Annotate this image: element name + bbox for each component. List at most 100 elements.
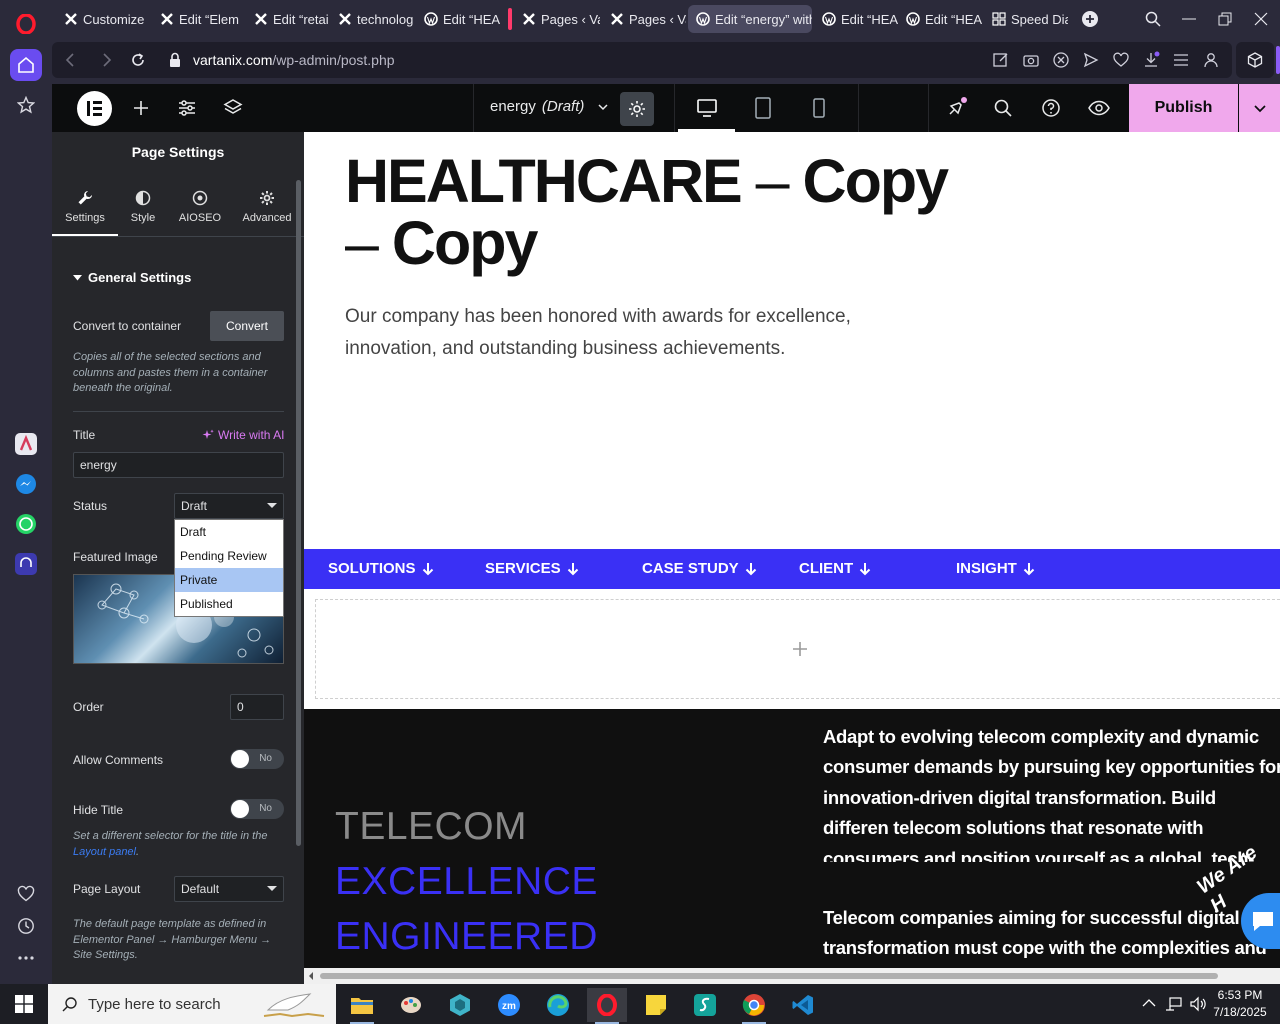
horizontal-scrollbar[interactable] bbox=[304, 968, 1280, 984]
tab-settings[interactable]: Settings bbox=[55, 190, 115, 224]
lock-icon[interactable] bbox=[166, 51, 184, 69]
start-button[interactable] bbox=[0, 984, 48, 1024]
status-option-private[interactable]: Private bbox=[175, 568, 283, 592]
reload-icon[interactable] bbox=[129, 51, 147, 69]
search-tabs-icon[interactable] bbox=[1145, 11, 1161, 27]
mobile-view-icon[interactable] bbox=[807, 96, 831, 120]
publish-button[interactable]: Publish bbox=[1129, 84, 1238, 132]
file-explorer-icon[interactable] bbox=[342, 988, 382, 1022]
page-heading[interactable]: HEALTHCARE – Copy – Copy bbox=[345, 150, 985, 274]
tablet-view-icon[interactable] bbox=[751, 96, 775, 120]
browser-tab[interactable]: Pages ‹ Va bbox=[514, 5, 600, 33]
edit-page-icon[interactable] bbox=[992, 51, 1010, 69]
write-with-ai-button[interactable]: Write with AI bbox=[202, 428, 284, 442]
browser-tab[interactable]: Edit “retai bbox=[246, 5, 328, 33]
browser-tab[interactable]: Speed Dia bbox=[984, 5, 1068, 33]
home-icon[interactable] bbox=[10, 49, 42, 81]
extensions-button[interactable] bbox=[1236, 42, 1274, 78]
tab-style[interactable]: Style bbox=[113, 190, 173, 224]
status-select[interactable]: Draft bbox=[174, 493, 284, 519]
zoom-icon[interactable]: zm bbox=[489, 988, 529, 1022]
status-option-pending-review[interactable]: Pending Review bbox=[175, 544, 283, 568]
help-icon[interactable] bbox=[1039, 96, 1063, 120]
desktop-view-icon[interactable] bbox=[695, 96, 719, 120]
search-icon[interactable] bbox=[991, 96, 1015, 120]
general-settings-toggle[interactable]: General Settings bbox=[73, 270, 191, 285]
menu-item-insight[interactable]: INSIGHT bbox=[956, 560, 1035, 577]
page-layout-select[interactable]: Default bbox=[174, 876, 284, 902]
browser-tab[interactable]: Edit “HEAL bbox=[898, 5, 982, 33]
heart-icon[interactable] bbox=[10, 878, 42, 910]
back-icon[interactable] bbox=[62, 51, 80, 69]
address-bar[interactable]: vartanix.com/wp-admin/post.php bbox=[52, 42, 1232, 78]
adblock-icon[interactable] bbox=[1052, 51, 1070, 69]
music-player-icon[interactable] bbox=[10, 548, 42, 580]
convert-button[interactable]: Convert bbox=[210, 311, 284, 341]
empty-container-dropzone[interactable] bbox=[315, 599, 1280, 699]
status-option-published[interactable]: Published bbox=[175, 592, 283, 616]
forward-icon[interactable] bbox=[97, 51, 115, 69]
publish-options-button[interactable] bbox=[1239, 84, 1280, 132]
title-input[interactable]: energy bbox=[73, 452, 284, 478]
menu-item-services[interactable]: SERVICES bbox=[485, 560, 579, 577]
hide-title-toggle[interactable]: No bbox=[230, 799, 284, 819]
menu-item-solutions[interactable]: SOLUTIONS bbox=[328, 560, 434, 577]
camera-icon[interactable] bbox=[1022, 51, 1040, 69]
send-icon[interactable] bbox=[1082, 51, 1100, 69]
status-option-draft[interactable]: Draft bbox=[175, 520, 283, 544]
scroll-thumb[interactable] bbox=[320, 973, 1218, 979]
edge-icon[interactable] bbox=[538, 988, 578, 1022]
tray-chevron-up-icon[interactable] bbox=[1142, 998, 1156, 1008]
layout-panel-link[interactable]: Layout panel bbox=[73, 846, 136, 858]
menu-item-client[interactable]: CLIENT bbox=[799, 560, 871, 577]
browser-tab[interactable]: technolog bbox=[330, 5, 414, 33]
telecom-paragraph-1[interactable]: Adapt to evolving telecom complexity and… bbox=[823, 722, 1280, 862]
browser-tab-active[interactable]: Edit “energy” with bbox=[688, 5, 812, 33]
browser-tab[interactable]: Customize bbox=[56, 5, 148, 33]
vscode-icon[interactable] bbox=[783, 988, 823, 1022]
messenger-icon[interactable] bbox=[10, 468, 42, 500]
app-hex-icon[interactable] bbox=[440, 988, 480, 1022]
document-title-dropdown[interactable]: energy (Draft) bbox=[490, 98, 610, 115]
aria-icon[interactable] bbox=[10, 428, 42, 460]
heart-icon[interactable] bbox=[1112, 51, 1130, 69]
taskbar-clock[interactable]: 6:53 PM 7/18/2025 bbox=[1212, 987, 1268, 1021]
whatsapp-icon[interactable] bbox=[10, 508, 42, 540]
account-icon[interactable] bbox=[1202, 51, 1220, 69]
telecom-heading[interactable]: TELECOM EXCELLENCE ENGINEERED bbox=[335, 799, 598, 964]
panel-scrollbar[interactable] bbox=[296, 180, 301, 846]
structure-layers-icon[interactable] bbox=[221, 96, 245, 120]
menu-item-case-study[interactable]: CASE STUDY bbox=[642, 560, 757, 577]
allow-comments-toggle[interactable]: No bbox=[230, 749, 284, 769]
more-icon[interactable] bbox=[10, 942, 42, 974]
url-text[interactable]: vartanix.com/wp-admin/post.php bbox=[193, 52, 395, 68]
add-section-plus-icon[interactable] bbox=[792, 641, 808, 657]
page-subtext[interactable]: Our company has been honored with awards… bbox=[345, 301, 905, 365]
minimize-icon[interactable] bbox=[1182, 18, 1196, 20]
sticky-notes-icon[interactable] bbox=[636, 988, 676, 1022]
taskbar-search-box[interactable]: Type here to search bbox=[48, 984, 336, 1024]
telecom-paragraph-2[interactable]: Telecom companies aiming for successful … bbox=[823, 903, 1278, 965]
browser-tab[interactable]: Edit “HEAL bbox=[416, 5, 500, 33]
opera-taskbar-icon[interactable] bbox=[587, 988, 627, 1022]
new-tab-button[interactable] bbox=[1082, 11, 1098, 27]
preview-eye-icon[interactable] bbox=[1087, 96, 1111, 120]
order-input[interactable]: 0 bbox=[230, 694, 284, 720]
close-window-icon[interactable] bbox=[1254, 12, 1268, 26]
browser-tab[interactable]: Edit “HEAL bbox=[814, 5, 898, 33]
tab-advanced[interactable]: Advanced bbox=[237, 190, 297, 224]
chrome-icon[interactable] bbox=[734, 988, 774, 1022]
site-settings-icon[interactable] bbox=[175, 96, 199, 120]
add-element-icon[interactable] bbox=[129, 96, 153, 120]
scroll-left-icon[interactable] bbox=[307, 972, 315, 980]
network-icon[interactable] bbox=[1165, 996, 1183, 1012]
volume-icon[interactable] bbox=[1189, 996, 1207, 1012]
browser-tab[interactable]: Pages ‹ Va bbox=[602, 5, 686, 33]
easy-setup-icon[interactable] bbox=[1172, 51, 1190, 69]
elementor-logo-icon[interactable] bbox=[77, 91, 112, 126]
star-icon[interactable] bbox=[10, 89, 42, 121]
history-icon[interactable] bbox=[10, 910, 42, 942]
opera-logo-icon[interactable] bbox=[10, 8, 42, 40]
paint-icon[interactable] bbox=[391, 988, 431, 1022]
restore-icon[interactable] bbox=[1218, 12, 1232, 26]
